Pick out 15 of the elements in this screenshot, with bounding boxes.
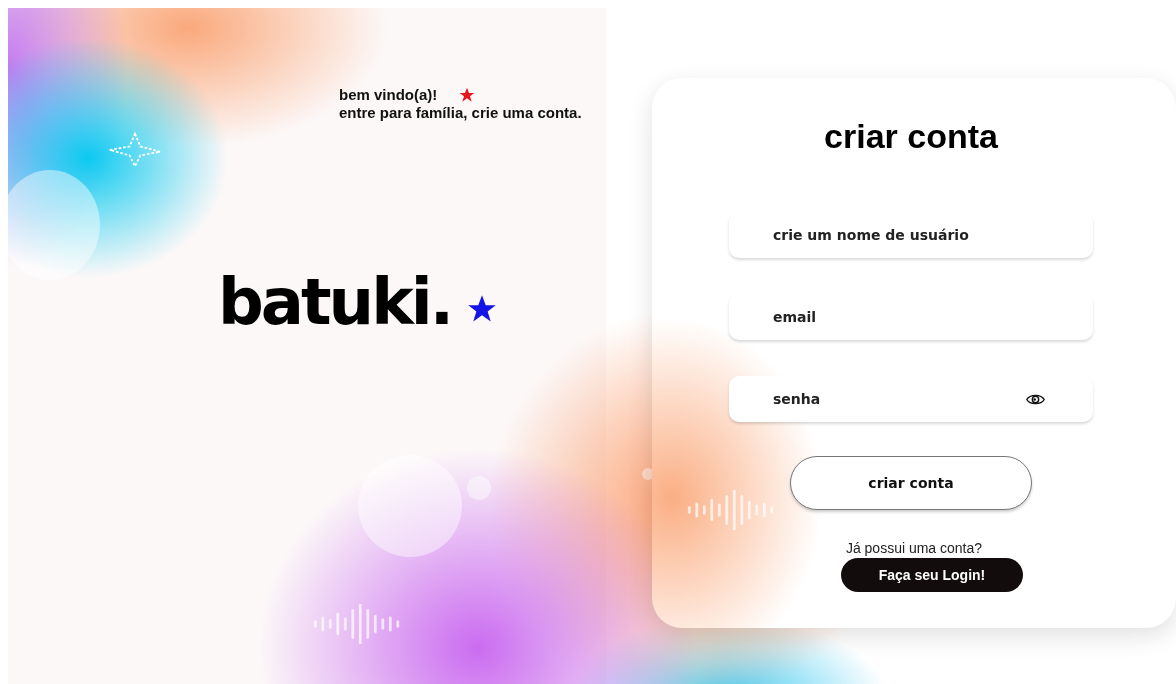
sound-wave-icon bbox=[312, 604, 402, 644]
star-icon bbox=[466, 294, 497, 324]
circle-shape bbox=[467, 476, 491, 500]
star-icon bbox=[459, 87, 476, 103]
logo-text: batuki. bbox=[218, 270, 451, 334]
sound-wave-icon bbox=[686, 490, 776, 530]
input-field[interactable]: email bbox=[729, 294, 1093, 340]
form-title: criar conta bbox=[824, 116, 998, 156]
input-field[interactable]: crie um nome de usuário bbox=[729, 212, 1093, 258]
welcome-subtitle: entre para família, crie uma conta. bbox=[339, 104, 583, 122]
create-account-button[interactable]: criar conta bbox=[790, 456, 1032, 510]
input-field[interactable]: senha bbox=[729, 376, 1093, 422]
welcome-heading: bem vindo(a)! bbox=[339, 86, 438, 104]
login-prompt: Já possui uma conta? bbox=[845, 540, 983, 556]
login-button[interactable]: Faça seu Login! bbox=[841, 558, 1023, 592]
